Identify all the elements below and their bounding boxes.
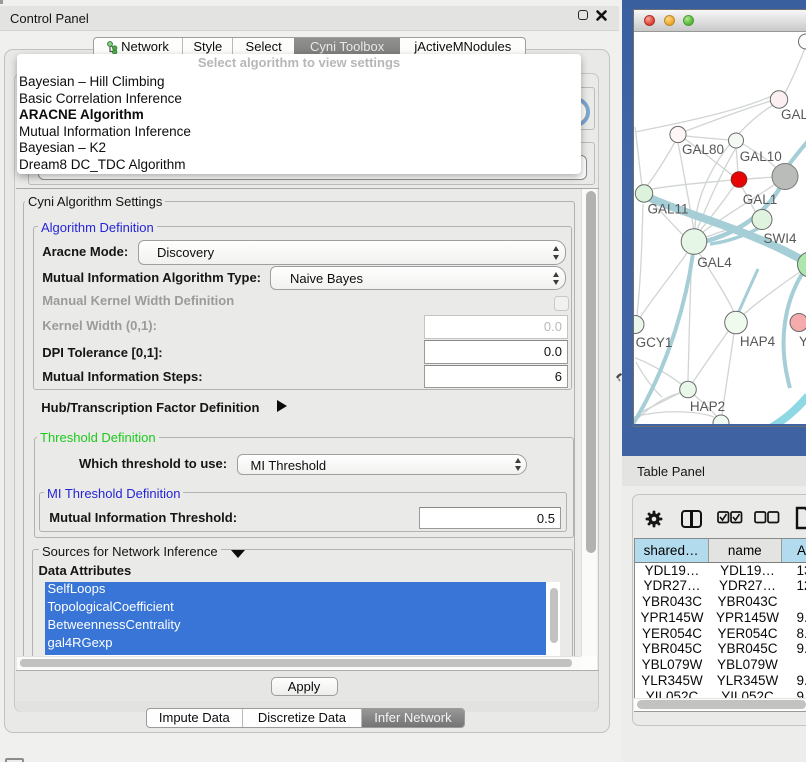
svg-text:HAP2: HAP2 (690, 399, 725, 414)
svg-text:SWI4: SWI4 (763, 231, 796, 246)
svg-text:YJ: YJ (799, 334, 806, 349)
svg-text:GAL11: GAL11 (647, 201, 688, 216)
svg-text:GAL7: GAL7 (781, 107, 806, 122)
svg-text:GAL80: GAL80 (682, 142, 724, 157)
svg-text:GAL4: GAL4 (697, 255, 732, 270)
svg-text:GCY1: GCY1 (636, 335, 673, 350)
svg-text:GAL1: GAL1 (743, 192, 778, 207)
svg-text:HAP4: HAP4 (740, 334, 776, 349)
svg-text:GAL10: GAL10 (740, 149, 782, 164)
